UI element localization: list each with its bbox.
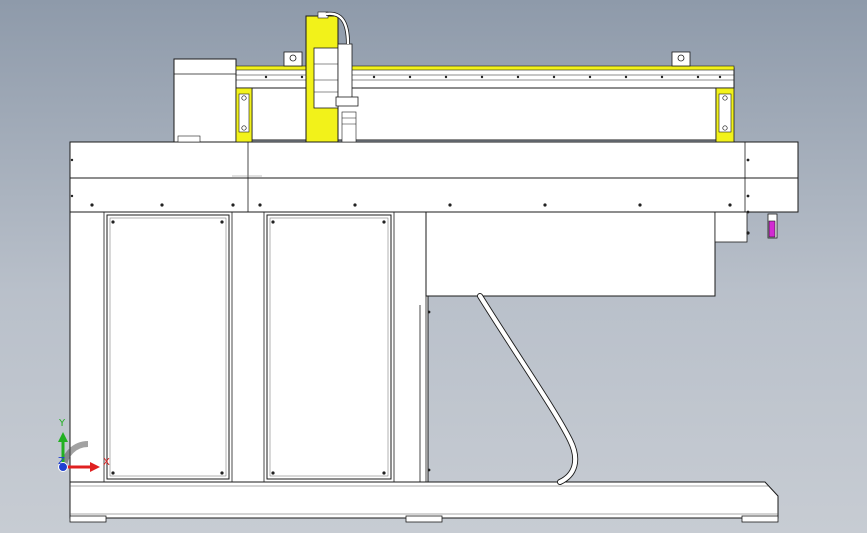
gantry-leg-left xyxy=(235,87,253,143)
hose xyxy=(477,293,579,485)
control-box xyxy=(173,58,237,143)
gantry-leg-right xyxy=(715,87,735,143)
bracket-right xyxy=(671,51,691,67)
cabinet-door-right xyxy=(266,214,392,480)
axis-y-label: Y xyxy=(58,418,66,429)
cad-viewport[interactable]: Y X Z xyxy=(0,0,867,533)
cabinet-door-left xyxy=(106,214,230,480)
base-rail xyxy=(69,481,779,523)
axis-z-label: Z xyxy=(58,456,65,467)
tank-box xyxy=(425,211,750,297)
connector-magenta xyxy=(767,213,778,239)
foot-left xyxy=(69,515,107,523)
table-top xyxy=(69,141,799,214)
torch-carriage xyxy=(305,11,339,143)
axis-x-label: X xyxy=(103,457,110,468)
foot-middle xyxy=(405,515,443,523)
foot-right xyxy=(741,515,779,523)
bracket-left xyxy=(283,51,303,67)
